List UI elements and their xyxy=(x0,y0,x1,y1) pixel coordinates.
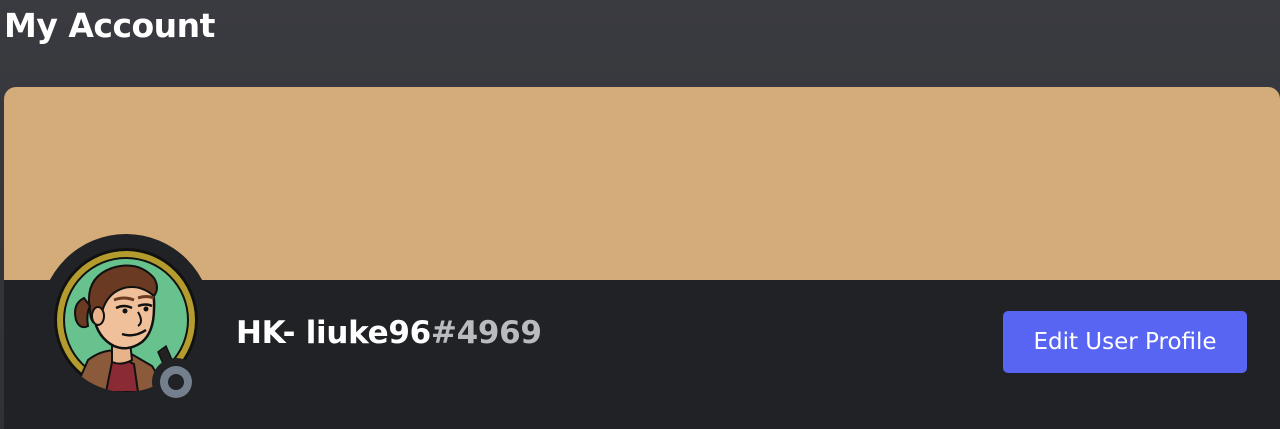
offline-status-icon xyxy=(160,366,192,398)
profile-banner xyxy=(4,87,1280,280)
edit-user-profile-button[interactable]: Edit User Profile xyxy=(1003,311,1247,373)
username: HK- liuke96#4969 xyxy=(236,313,542,353)
page-title: My Account xyxy=(4,6,215,45)
user-profile-card: HK- liuke96#4969 Edit User Profile xyxy=(4,87,1280,429)
username-discriminator: #4969 xyxy=(430,315,542,351)
my-account-page: My Account HK- liuke96#4969 Edit User Pr… xyxy=(0,0,1280,429)
username-name: HK- liuke96 xyxy=(236,315,431,351)
status-indicator xyxy=(152,358,200,406)
